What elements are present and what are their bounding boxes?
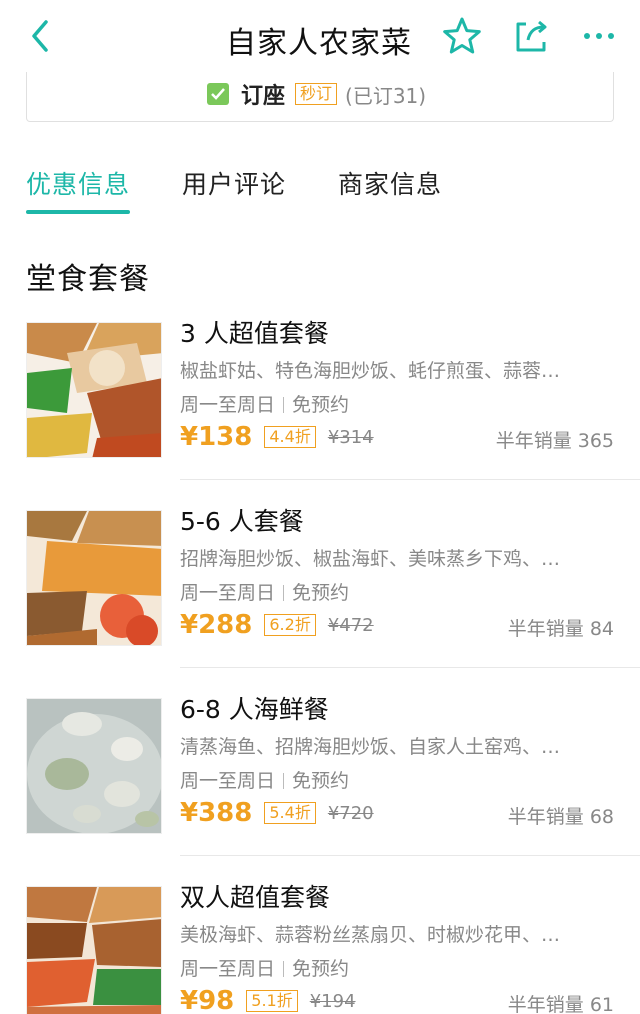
deal-availability: 周一至周日 免预约 [180,766,349,793]
deal-price: ¥288 [180,610,253,640]
deal-item[interactable]: 5-6 人套餐 招牌海胆炒饭、椒盐海虾、美味蒸乡下鸡、… 周一至周日 免预约 ¥2… [0,480,640,668]
deal-thumbnail [26,510,162,646]
reserve-label: 订座 [241,84,286,109]
price-row: ¥138 4.4折 ¥314 [180,420,374,454]
share-icon[interactable] [510,14,554,58]
deal-thumbnail [26,322,162,458]
more-icon[interactable] [578,14,622,58]
nav-bar: 自家人农家菜 [0,0,640,72]
tab-merchant-info[interactable]: 商家信息 [338,160,442,214]
divider [283,961,285,977]
deal-thumbnail [26,698,162,834]
tab-offers[interactable]: 优惠信息 [26,160,131,214]
original-price: ¥720 [327,802,374,824]
deal-reserve: 免预约 [292,770,350,792]
price-row: ¥288 6.2折 ¥472 [180,608,374,642]
divider [283,585,285,601]
deal-description: 招牌海胆炒饭、椒盐海虾、美味蒸乡下鸡、… [180,548,561,570]
deal-description: 椒盐虾姑、特色海胆炒饭、蚝仔煎蛋、蒜蓉… [180,360,561,382]
price-row: ¥388 5.4折 ¥720 [180,796,374,830]
deal-price: ¥388 [180,798,253,828]
check-icon [207,83,229,105]
reserve-card[interactable]: 订座 秒订 (已订31) [26,72,614,122]
deal-reserve: 免预约 [292,958,350,980]
deal-name: 6-8 人海鲜餐 [180,695,329,724]
divider [283,773,285,789]
original-price: ¥314 [327,426,374,448]
discount-badge: 5.4折 [264,802,316,824]
booked-count: (已订31) [345,83,427,108]
deal-description: 清蒸海鱼、招牌海胆炒饭、自家人土窑鸡、… [180,736,561,758]
deal-days: 周一至周日 [180,770,276,792]
deal-description: 美极海虾、蒜蓉粉丝蒸扇贝、时椒炒花甲、… [180,924,561,946]
deal-item[interactable]: 6-8 人海鲜餐 清蒸海鱼、招牌海胆炒饭、自家人土窑鸡、… 周一至周日 免预约 ¥… [0,668,640,856]
sales-count: 半年销量 68 [507,806,614,828]
instant-book-badge: 秒订 [295,83,338,105]
reserve-row: 订座 秒订 (已订31) [207,78,426,110]
sales-count: 半年销量 84 [507,618,614,640]
discount-badge: 5.1折 [246,990,298,1012]
deal-days: 周一至周日 [180,958,276,980]
deal-name: 双人超值套餐 [180,883,331,912]
deal-name: 5-6 人套餐 [180,507,304,536]
original-price: ¥194 [309,990,356,1012]
deal-availability: 周一至周日 免预约 [180,954,349,981]
deal-reserve: 免预约 [292,394,350,416]
price-row: ¥98 5.1折 ¥194 [180,984,356,1014]
deal-days: 周一至周日 [180,582,276,604]
tab-reviews[interactable]: 用户评论 [182,160,286,214]
divider [283,397,285,413]
deal-thumbnail [26,886,162,1014]
deal-availability: 周一至周日 免预约 [180,578,349,605]
discount-badge: 4.4折 [264,426,316,448]
deal-item[interactable]: 双人超值套餐 美极海虾、蒜蓉粉丝蒸扇贝、时椒炒花甲、… 周一至周日 免预约 ¥98… [0,856,640,1014]
deal-price: ¥98 [180,986,235,1014]
deal-item[interactable]: 3 人超值套餐 椒盐虾姑、特色海胆炒饭、蚝仔煎蛋、蒜蓉… 周一至周日 免预约 ¥1… [0,292,640,480]
discount-badge: 6.2折 [264,614,316,636]
deal-name: 3 人超值套餐 [180,319,329,348]
tab-bar: 优惠信息 用户评论 商家信息 [26,160,494,216]
deal-days: 周一至周日 [180,394,276,416]
sales-count: 半年销量 365 [495,430,614,452]
deal-availability: 周一至周日 免预约 [180,390,349,417]
deal-price: ¥138 [180,422,253,452]
star-icon[interactable] [440,14,484,58]
sales-count: 半年销量 61 [507,994,614,1014]
original-price: ¥472 [327,614,374,636]
deal-reserve: 免预约 [292,582,350,604]
